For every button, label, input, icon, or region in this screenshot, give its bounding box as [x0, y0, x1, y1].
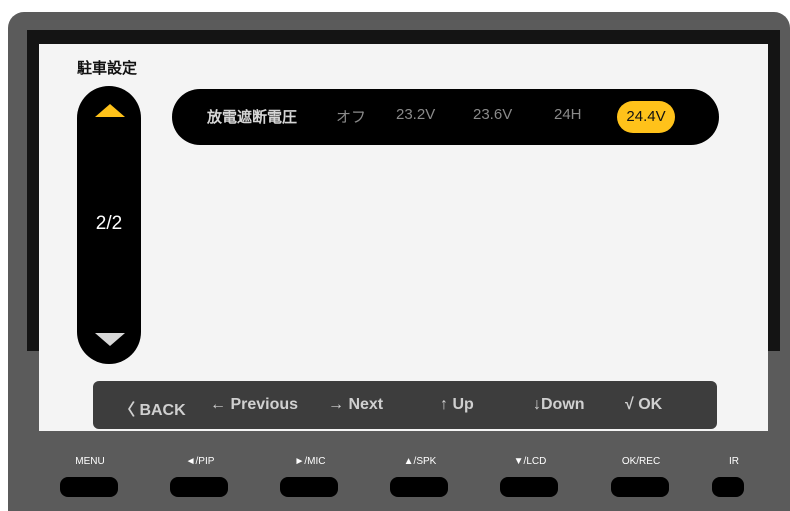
option-23-2v[interactable]: 23.2V [396, 106, 435, 123]
hw-button-spk[interactable] [390, 477, 448, 497]
option-off[interactable]: オフ [336, 106, 366, 127]
hw-button-lcd[interactable] [500, 477, 558, 497]
arrow-down-icon[interactable] [95, 333, 125, 346]
next-button[interactable]: → Next [328, 396, 383, 414]
down-button[interactable]: ↓Down [533, 396, 585, 414]
setting-row-discharge-cutoff[interactable]: 放電遮断電圧 オフ 23.2V 23.6V 24H 24.4V [172, 89, 719, 145]
hw-label-ir: IR [729, 456, 739, 467]
hw-button-ir[interactable] [712, 477, 744, 497]
option-24-4v-selected[interactable]: 24.4V [617, 101, 675, 133]
hw-button-mic[interactable] [280, 477, 338, 497]
hw-label-okrec: OK/REC [621, 456, 661, 467]
navigation-bar: 〈 BACK ← Previous → Next ↑ Up ↓Down √ OK [93, 381, 717, 429]
hw-button-pip[interactable] [170, 477, 228, 497]
hw-label-mic: ►/MIC [294, 456, 326, 467]
option-23-6v[interactable]: 23.6V [473, 106, 512, 123]
hw-label-pip: ◄/PIP [185, 456, 215, 467]
ok-button[interactable]: √ OK [625, 396, 662, 414]
hw-label-lcd: ▼/LCD [513, 456, 547, 467]
previous-button[interactable]: ← Previous [210, 396, 298, 414]
hw-button-menu[interactable] [60, 477, 118, 497]
hw-button-okrec[interactable] [611, 477, 669, 497]
page-title: 駐車設定 [77, 59, 138, 77]
hw-label-spk: ▲/SPK [403, 456, 437, 467]
option-24h[interactable]: 24H [554, 106, 582, 123]
up-button[interactable]: ↑ Up [440, 396, 474, 414]
setting-label: 放電遮断電圧 [207, 108, 298, 126]
back-button[interactable]: 〈 BACK [119, 396, 186, 420]
page-scroller: 2/2 [77, 86, 141, 364]
page-indicator: 2/2 [95, 213, 123, 234]
hw-label-menu: MENU [75, 456, 105, 467]
arrow-up-icon[interactable] [95, 104, 125, 117]
